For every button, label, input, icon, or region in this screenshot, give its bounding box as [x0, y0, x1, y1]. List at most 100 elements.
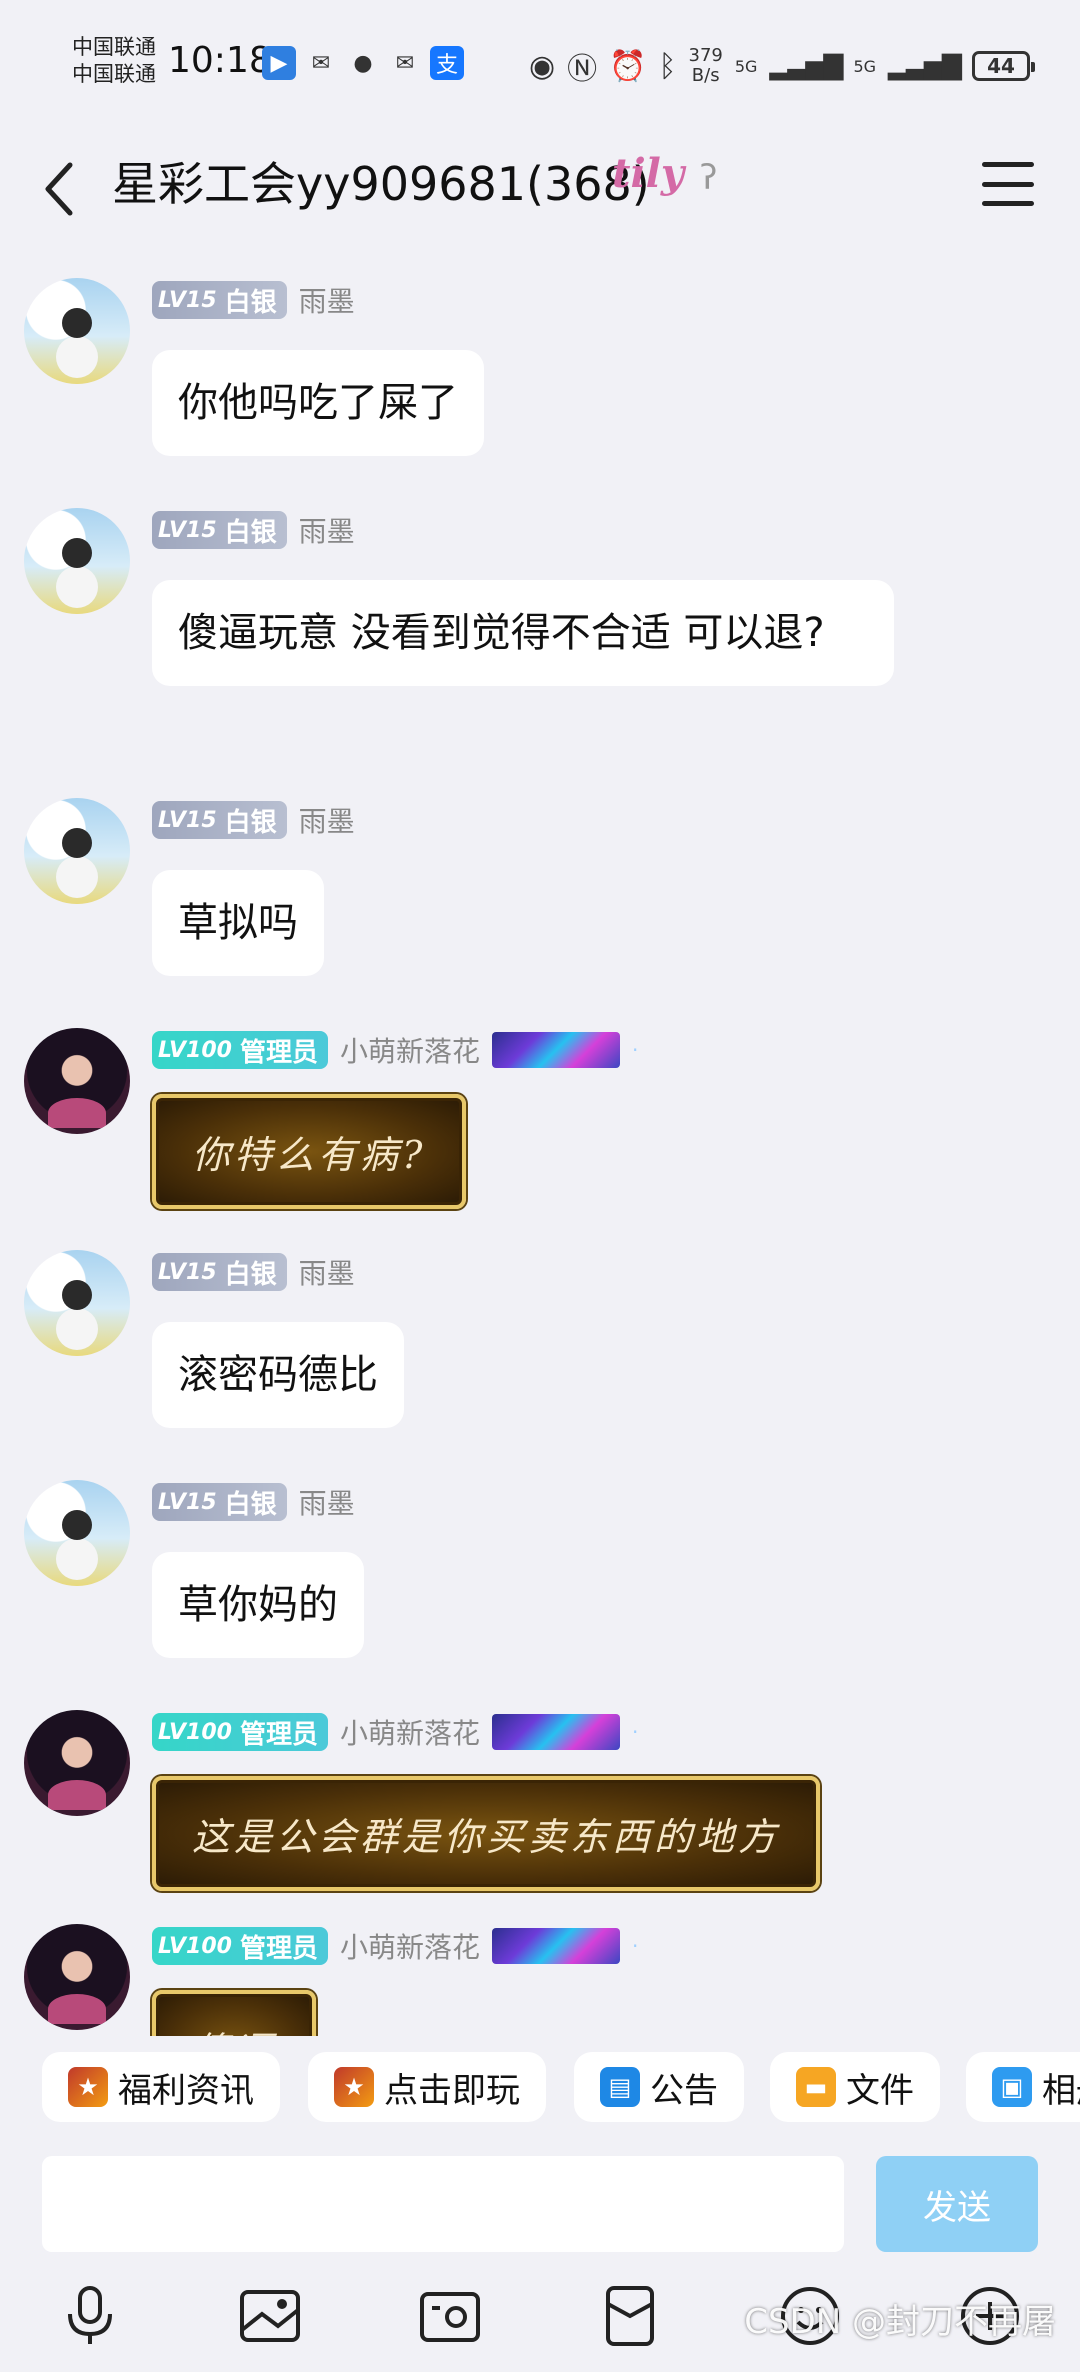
signal-5g-label: 5G	[734, 56, 758, 76]
message-bubble-gold[interactable]: 傻逼	[152, 1990, 317, 2036]
camera-button[interactable]	[414, 2280, 486, 2352]
signal-icon: ▂▃▅▇	[769, 51, 843, 81]
folder-icon: ▬	[796, 2067, 836, 2107]
message-meta: LV100 管理员 小萌新落花 ·	[152, 1030, 638, 1070]
admin-badge: LV100 管理员	[152, 1031, 328, 1069]
sender-name[interactable]: 小萌新落花	[340, 1030, 480, 1070]
message-bubble-gold[interactable]: 你特么有病?	[152, 1094, 467, 1209]
message-meta: LV100 管理员 小萌新落花 ·	[152, 1926, 638, 1966]
message-meta: LV15 白银 雨墨	[152, 280, 355, 320]
carrier-info: 中国联通 中国联通	[72, 34, 156, 88]
avatar[interactable]	[24, 278, 130, 384]
quick-shortcut-bar[interactable]: ★ 福利资讯 ★ 点击即玩 ▤ 公告 ▬ 文件 ▣ 相册	[0, 2036, 1080, 2156]
red-packet-button[interactable]	[594, 2280, 666, 2352]
shortcut-album[interactable]: ▣ 相册	[966, 2052, 1080, 2122]
shortcut-files[interactable]: ▬ 文件	[770, 2052, 940, 2122]
level-badge: LV15 白银	[152, 1253, 287, 1291]
sparkle-icon: ·	[631, 1038, 639, 1062]
csdn-watermark: CSDN @封刀不再屠	[744, 2302, 1056, 2342]
back-button[interactable]	[30, 154, 90, 224]
message-bubble[interactable]: 草拟吗	[152, 870, 324, 976]
message-icon: ●	[353, 50, 373, 76]
chat-title[interactable]: 星彩工会yy909681(368)	[112, 148, 650, 214]
notification-icons: ▶ ✉ ● ✉ 支	[262, 46, 464, 80]
sparkle-icon: ·	[631, 1720, 639, 1744]
message-bubble[interactable]: 傻逼玩意 没看到觉得不合适 可以退?	[152, 580, 894, 686]
shortcut-announcement[interactable]: ▤ 公告	[574, 2052, 744, 2122]
avatar[interactable]	[24, 1028, 130, 1134]
shortcut-welfare-news[interactable]: ★ 福利资讯	[42, 2052, 280, 2122]
alipay-icon: 支	[430, 46, 464, 80]
message-bubble[interactable]: 草你妈的	[152, 1552, 364, 1658]
carrier-1: 中国联通	[72, 35, 156, 59]
signal-5g-label: 5G	[853, 56, 877, 76]
admin-badge: LV100 管理员	[152, 1927, 328, 1965]
send-button[interactable]: 发送	[876, 2156, 1038, 2252]
decoration-badge-icon	[491, 1032, 620, 1068]
camera-icon	[420, 2292, 480, 2342]
signal-icon: ▂▃▅▇	[888, 51, 962, 81]
system-icons: ◉ Ⓝ ⏰ ᛒ 379 B/s 5G ▂▃▅▇ 5G ▂▃▅▇ 44	[528, 44, 1035, 88]
game-icon: ★	[334, 2067, 374, 2107]
sender-name[interactable]: 雨墨	[299, 1252, 355, 1292]
decoration-badge-icon	[491, 1714, 620, 1750]
menu-button[interactable]	[982, 162, 1034, 206]
message-meta: LV15 白银 雨墨	[152, 510, 355, 550]
menu-icon-line	[982, 181, 1034, 187]
album-icon: ▣	[992, 2067, 1032, 2107]
image-button[interactable]	[234, 2280, 306, 2352]
wechat-icon: ✉	[311, 50, 331, 76]
sender-name[interactable]: 雨墨	[299, 510, 355, 550]
avatar[interactable]	[24, 1710, 130, 1816]
sender-name[interactable]: 雨墨	[299, 1482, 355, 1522]
message-item: LV100 管理员 小萌新落花 · 你特么有病?	[0, 998, 1080, 1220]
sender-name[interactable]: 小萌新落花	[340, 1926, 480, 1966]
sparkle-icon: ·	[631, 1934, 639, 1958]
message-meta: LV15 白银 雨墨	[152, 1482, 355, 1522]
message-input[interactable]	[42, 2156, 844, 2252]
network-speed: 379 B/s	[688, 45, 723, 86]
app-notification-icon: ▶	[262, 46, 296, 80]
avatar[interactable]	[24, 1250, 130, 1356]
chat-header: 星彩工会yy909681(368) tily ʔ	[0, 128, 1080, 248]
message-meta: LV15 白银 雨墨	[152, 800, 355, 840]
level-badge: LV15 白银	[152, 281, 287, 319]
shortcut-click-to-play[interactable]: ★ 点击即玩	[308, 2052, 546, 2122]
battery-icon: 44	[972, 51, 1035, 81]
avatar[interactable]	[24, 798, 130, 904]
message-item: LV15 白银 雨墨 滚密码德比	[0, 1220, 1080, 1450]
status-time: 10:18	[168, 40, 272, 81]
admin-badge: LV100 管理员	[152, 1713, 328, 1751]
microphone-icon	[68, 2286, 112, 2344]
message-list[interactable]: LV15 白银 雨墨 你他吗吃了屎了 LV15 白银 雨墨 傻逼玩意 没看到觉得…	[0, 248, 1080, 2036]
menu-icon-line	[982, 201, 1034, 206]
message-meta: LV15 白银 雨墨	[152, 1252, 355, 1292]
bluetooth-icon: ᛒ	[658, 48, 677, 84]
game-icon: ★	[68, 2067, 108, 2107]
menu-icon-line	[982, 162, 1034, 167]
chevron-left-icon	[45, 162, 73, 216]
nfc-icon: Ⓝ	[567, 52, 598, 87]
level-badge: LV15 白银	[152, 511, 287, 549]
avatar[interactable]	[24, 1924, 130, 2030]
composer-toolbar: CSDN @封刀不再屠	[0, 2264, 1080, 2372]
avatar[interactable]	[24, 1480, 130, 1586]
decoration-badge-icon	[491, 1928, 620, 1964]
eye-icon: ◉	[528, 48, 556, 84]
alarm-icon: ⏰	[609, 48, 647, 84]
voice-button[interactable]	[54, 2280, 126, 2352]
message-bubble-gold[interactable]: 这是公会群是你买卖东西的地方	[152, 1776, 821, 1891]
message-item: LV100 管理员 小萌新落花 · 傻逼	[0, 1894, 1080, 2036]
sender-name[interactable]: 小萌新落花	[340, 1712, 480, 1752]
avatar[interactable]	[24, 508, 130, 614]
message-bubble[interactable]: 滚密码德比	[152, 1322, 404, 1428]
announcement-icon: ▤	[600, 2067, 640, 2107]
sender-name[interactable]: 雨墨	[299, 280, 355, 320]
level-badge: LV15 白银	[152, 801, 287, 839]
message-item: LV100 管理员 小萌新落花 · 这是公会群是你买卖东西的地方	[0, 1680, 1080, 1894]
message-bubble[interactable]: 你他吗吃了屎了	[152, 350, 484, 456]
sender-name[interactable]: 雨墨	[299, 800, 355, 840]
carrier-2: 中国联通	[72, 62, 156, 86]
ear-icon[interactable]: ʔ	[700, 158, 717, 198]
level-badge: LV15 白银	[152, 1483, 287, 1521]
